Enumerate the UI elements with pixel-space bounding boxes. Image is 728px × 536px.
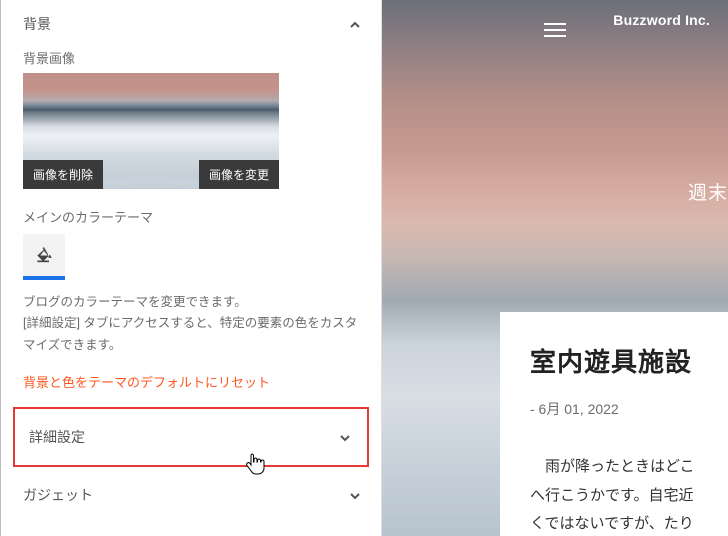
- blog-preview: Buzzword Inc. 週末 室内遊具施設 - 6月 01, 2022 雨が…: [382, 0, 728, 536]
- chevron-up-icon: [349, 18, 361, 30]
- bg-image-thumbnail-wrap: 画像を削除 画像を変更: [23, 73, 279, 189]
- help-line-2: [詳細設定] タブにアクセスすると、特定の要素の色をカスタマイズできます。: [23, 313, 359, 356]
- advanced-settings-label: 詳細設定: [29, 427, 85, 447]
- color-theme-help-text: ブログのカラーテーマを変更できます。 [詳細設定] タブにアクセスすると、特定の…: [1, 276, 381, 356]
- help-line-1: ブログのカラーテーマを変更できます。: [23, 292, 359, 313]
- delete-image-button[interactable]: 画像を削除: [23, 160, 103, 189]
- post-body: 雨が降ったときはどこへ行こうかです。自宅近くではないですが、たり大きなボールプー…: [530, 453, 708, 536]
- post-card: 室内遊具施設 - 6月 01, 2022 雨が降ったときはどこへ行こうかです。自…: [500, 312, 728, 536]
- theme-designer-sidebar: 背景 背景画像 画像を削除 画像を変更 メインのカラーテーマ ブログのカラーテー…: [0, 0, 382, 536]
- post-date: - 6月 01, 2022: [530, 399, 708, 419]
- main-color-theme-label: メインのカラーテーマ: [1, 189, 381, 234]
- paint-bucket-icon: [34, 243, 54, 268]
- chevron-down-icon: [339, 431, 351, 443]
- chevron-down-icon: [349, 489, 361, 501]
- preview-topbar: Buzzword Inc.: [382, 0, 728, 60]
- brand-title: Buzzword Inc.: [613, 12, 710, 28]
- post-title[interactable]: 室内遊具施設: [530, 342, 708, 379]
- color-theme-picker[interactable]: [23, 234, 65, 276]
- bg-image-label: 背景画像: [1, 48, 381, 73]
- gadget-section-row[interactable]: ガジェット: [1, 467, 381, 519]
- section-background-label: 背景: [23, 14, 51, 34]
- gadget-label: ガジェット: [23, 485, 93, 505]
- advanced-settings-row[interactable]: 詳細設定: [13, 407, 369, 467]
- section-background-header[interactable]: 背景: [1, 0, 381, 48]
- reset-theme-link[interactable]: 背景と色をテーマのデフォルトにリセット: [1, 356, 381, 405]
- bg-image-button-row: 画像を削除 画像を変更: [23, 160, 279, 189]
- hamburger-menu-icon[interactable]: [544, 19, 566, 41]
- hero-title-fragment: 週末: [688, 178, 728, 205]
- change-image-button[interactable]: 画像を変更: [199, 160, 279, 189]
